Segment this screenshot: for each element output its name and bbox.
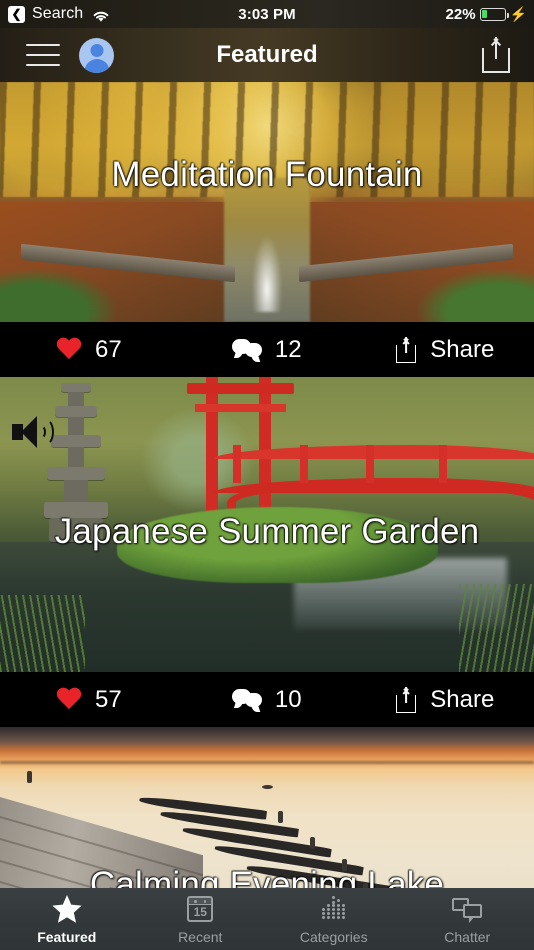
like-count: 67: [95, 335, 122, 363]
user-avatar-icon[interactable]: [79, 37, 114, 73]
card-image[interactable]: Japanese Summer Garden: [0, 377, 534, 672]
tab-chatter[interactable]: Chatter: [401, 894, 534, 945]
tab-bar: Featured 15 Recent Categories Chatter: [0, 888, 534, 950]
scene-torii-beam: [194, 403, 286, 412]
tab-label: Chatter: [444, 929, 491, 945]
app-screen: ❮ Search 3:03 PM 22% ⚡ Featured Meditati…: [0, 0, 534, 950]
card-action-bar: 57 10 Share: [0, 672, 534, 727]
status-bar-time: 3:03 PM: [238, 5, 296, 23]
share-icon: [395, 686, 417, 713]
scene-horizon: [0, 761, 534, 764]
like-count: 57: [95, 685, 122, 713]
share-icon[interactable]: [480, 37, 512, 73]
comment-count: 10: [274, 685, 302, 713]
scene-bird: [261, 785, 273, 789]
feed-card[interactable]: Japanese Summer Garden 57 10 Share: [0, 377, 534, 727]
avatar-head: [90, 43, 103, 57]
tab-label: Featured: [37, 929, 97, 945]
card-title: Meditation Fountain: [111, 155, 423, 194]
comment-button[interactable]: 12: [178, 336, 356, 364]
share-icon: [395, 336, 417, 363]
chat-bubbles-icon: [451, 894, 483, 924]
scene-grass-right: [459, 583, 534, 672]
tab-label: Recent: [178, 929, 223, 945]
card-title: Japanese Summer Garden: [54, 512, 480, 551]
comment-bubbles-icon: [231, 688, 262, 711]
hamburger-menu-icon[interactable]: [26, 44, 60, 66]
card-action-bar: 67 12 Share: [0, 322, 534, 377]
share-label: Share: [430, 685, 495, 713]
featured-feed[interactable]: Meditation Fountain 67 12 Share Japanese…: [0, 82, 534, 950]
like-button[interactable]: 67: [0, 336, 178, 364]
comment-bubbles-icon: [231, 338, 262, 361]
share-button[interactable]: Share: [356, 336, 534, 364]
tab-featured[interactable]: Featured: [0, 894, 134, 945]
autumn-canal-scene: [0, 82, 534, 322]
scene-foliage-right: [416, 269, 534, 322]
share-button[interactable]: Share: [356, 686, 534, 714]
heart-icon: [56, 688, 82, 712]
feed-card[interactable]: Meditation Fountain 67 12 Share: [0, 82, 534, 377]
star-icon: [51, 894, 83, 924]
nav-bar: Featured: [0, 28, 534, 82]
status-bar: ❮ Search 3:03 PM 22% ⚡: [0, 0, 534, 28]
card-image[interactable]: Meditation Fountain: [0, 82, 534, 322]
battery-icon: [479, 7, 509, 21]
share-label: Share: [430, 335, 495, 363]
tab-categories[interactable]: Categories: [267, 894, 401, 945]
battery-fill: [481, 9, 487, 19]
share-arrow: [495, 37, 497, 59]
like-button[interactable]: 57: [0, 686, 178, 714]
scene-grass-left: [0, 595, 86, 672]
scene-torii-top: [186, 382, 294, 394]
comment-count: 12: [274, 335, 302, 363]
calendar-icon: 15: [184, 894, 216, 924]
speaker-volume-icon[interactable]: [12, 413, 54, 451]
avatar-body: [84, 58, 109, 73]
scene-foliage-left: [0, 269, 118, 322]
comment-button[interactable]: 10: [178, 686, 356, 714]
tab-recent[interactable]: 15 Recent: [134, 894, 268, 945]
dot-grid-icon: [318, 894, 350, 924]
scene-fountain: [250, 202, 284, 313]
tab-label: Categories: [299, 929, 368, 945]
calendar-badge: 15: [193, 905, 207, 919]
heart-icon: [56, 338, 82, 362]
